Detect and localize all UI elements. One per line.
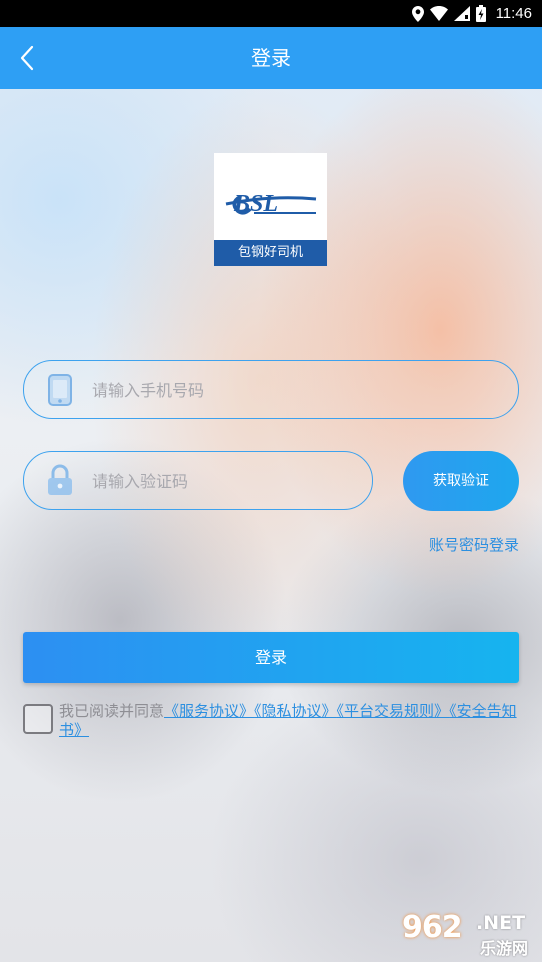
site-watermark: 962 .NET 乐游网 [402, 910, 536, 958]
password-login-link[interactable]: 账号密码登录 [429, 534, 519, 555]
login-button[interactable]: 登录 [23, 632, 519, 683]
trading-rules-link[interactable]: 《平台交易规则》 [337, 702, 450, 720]
watermark-subtitle: 乐游网 [480, 939, 529, 958]
get-code-button[interactable]: 获取验证 [403, 451, 519, 511]
logo-caption: 包钢好司机 [214, 240, 327, 266]
code-field [23, 451, 373, 510]
code-input[interactable] [90, 462, 354, 500]
phone-icon [48, 374, 72, 406]
status-time: 11:46 [495, 5, 532, 22]
lock-icon [48, 464, 72, 495]
nav-bar: 登录 [0, 27, 542, 89]
signal-icon [453, 6, 470, 21]
page-title: 登录 [251, 46, 291, 70]
bsl-logo-mark: BSL [225, 191, 317, 217]
phone-input[interactable] [90, 371, 494, 409]
agreement-text: 我已阅读并同意《服务协议》《隐私协议》《平台交易规则》《安全告知书》 [59, 702, 524, 740]
privacy-agreement-link[interactable]: 《隐私协议》 [254, 702, 337, 720]
battery-icon [475, 5, 486, 22]
service-agreement-link[interactable]: 《服务协议》 [164, 702, 254, 720]
wifi-icon [429, 6, 448, 21]
watermark-suffix: .NET [476, 912, 526, 934]
location-icon [411, 5, 424, 22]
watermark-number: 962 [402, 910, 463, 945]
app-logo: BSL 包钢好司机 [214, 153, 327, 266]
status-bar: 11:46 [0, 0, 542, 27]
agreement-checkbox[interactable] [23, 704, 53, 734]
agreement-prefix: 我已阅读并同意 [59, 702, 165, 720]
phone-field [23, 360, 519, 419]
